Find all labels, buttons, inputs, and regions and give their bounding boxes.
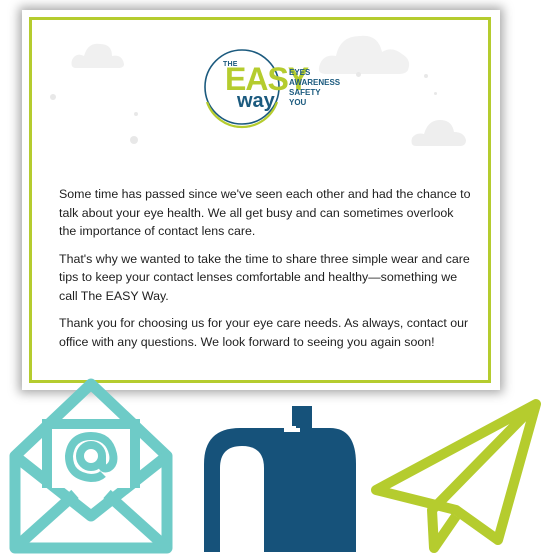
email-envelope-icon [5,376,177,559]
paragraph-thanks: Thank you for choosing us for your eye c… [59,316,469,349]
email-body: Some time has passed since we've seen ea… [59,185,474,360]
dot-decoration [424,74,428,78]
logo-acrostic: EYES AWARENESS SAFETY YOU [289,68,340,108]
paper-plane-icon [370,398,544,559]
cloud-decoration [411,120,466,146]
dot-decoration [134,112,138,116]
acrostic-eyes: EYES [289,68,311,77]
email-card: THE EASY way EYES AWARENESS SAFETY YOU S… [29,17,491,383]
dot-decoration [434,92,437,95]
dot-decoration [50,94,56,100]
paragraph-intro: Some time has passed since we've seen ea… [59,187,471,238]
logo-way: way [237,90,275,112]
acrostic-awareness: AWARENESS [289,78,341,87]
acrostic-you: YOU [289,98,307,107]
dot-decoration [130,136,138,144]
mailbox-icon [198,406,358,559]
easy-way-logo: THE EASY way EYES AWARENESS SAFETY YOU [192,42,372,132]
paragraph-tips: That's why we wanted to take the time to… [59,251,470,303]
acrostic-safety: SAFETY [289,88,321,97]
cloud-decoration [71,43,124,68]
